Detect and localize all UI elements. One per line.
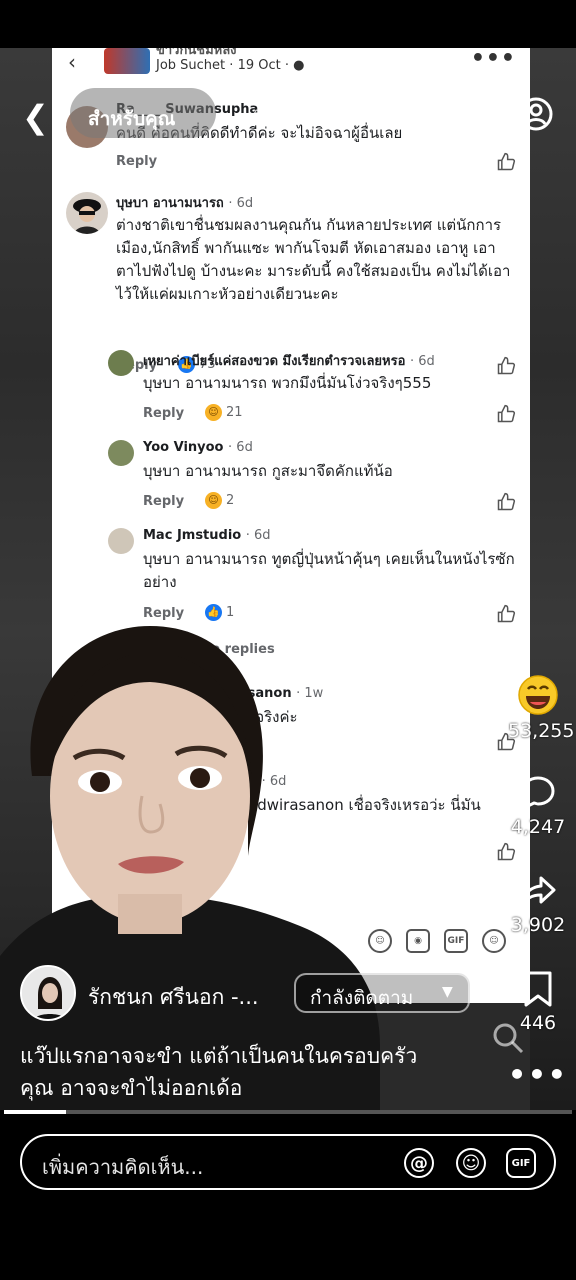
share-button[interactable]: 3,902 [508,872,568,936]
avatar [66,192,108,234]
thumbs-up-icon [497,604,516,623]
top-nav: ❮ สำหรับคุณ สำรวจ [0,80,576,150]
comment-text: บุษบา อานามนารถ ทูตญี่ปุ่นหน้าคุ้นๆ เคยเ… [143,550,515,591]
comment-button[interactable]: 4,247 [508,774,568,838]
author-name[interactable]: รักชนก ศรีนอก -... [88,981,259,1014]
following-button[interactable]: กำลังติดตาม ▼ [294,973,470,1013]
camera-icon: ◉ [406,929,430,953]
comment-bubble-icon[interactable] [519,774,557,812]
emoji-icon: ☺ [482,929,506,953]
reaction-count: 53,255 [508,720,575,742]
more-options-icon[interactable]: ••• [508,1058,568,1091]
mention-icon[interactable]: @ [404,1148,434,1178]
reaction-summary: ☺ 2 [205,492,234,509]
profile-icon[interactable] [518,96,554,132]
caption-line-1: แว๊ปแรกอาจจะขำ แต่ถ้าเป็นคนในครอบครัว [20,1044,418,1068]
tab-explore[interactable]: สำรวจ [248,104,302,134]
video-progress-bar[interactable] [4,1110,572,1114]
comment-text: ต่างชาติเขาชื่นชมผลงานคุณกัน กันหลายประเ… [116,216,511,303]
haha-reaction-icon: ☺ [205,492,222,509]
thumbs-up-icon [497,492,516,511]
avatar [108,528,134,554]
gif-icon[interactable]: GIF [506,1148,536,1178]
video-caption[interactable]: แว๊ปแรกอาจจะขำ แต่ถ้าเป็นคนในครอบครัว คุ… [20,1040,480,1104]
comment-text: บุษบา อานามนารถ กูสะมาจึดคักแท้น้อ [143,462,393,480]
following-label: กำลังติดตาม [310,987,414,1009]
comment-text: บุษบา อานามนารถ พวกมึงนี่มันโง่วจริงๆ555 [143,374,432,392]
chevron-down-icon: ▼ [442,984,453,1000]
search-overlay-icon[interactable] [490,1020,526,1056]
post-author: Job Suchet · 19 Oct · ● [156,58,305,73]
back-arrow-icon: ‹ [68,50,76,74]
reels-screen: { "topbar": {"tab_for_you": "สำหรับคุณ",… [0,0,576,1280]
reaction-summary: 👍 1 [205,604,234,621]
reply-link: Reply [143,406,185,421]
presenter-person [0,626,380,1110]
search-icon[interactable] [446,98,480,132]
post-header: ‹ ข่าวกันชมหล่ง Job Suchet · 19 Oct · ● … [52,48,530,84]
like-reaction-icon: 👍 [205,604,222,621]
comment-placeholder: เพิ่มความคิดเห็น... [42,1155,204,1179]
comment-author: Yoo Vinyoo · 6d [143,440,253,455]
reply-link: Reply [143,494,185,509]
laughing-emoji-icon[interactable] [517,674,559,716]
reaction-button[interactable]: 53,255 [508,674,575,742]
comment-input[interactable]: เพิ่มความคิดเห็น... @ ☺ GIF [20,1134,556,1190]
bookmark-icon[interactable] [521,970,555,1008]
background-right [530,48,576,1110]
video-frame[interactable]: ‹ ข่าวกันชมหล่ง Job Suchet · 19 Oct · ● … [0,48,576,1110]
haha-reaction-icon: ☺ [205,404,222,421]
thumbs-up-icon [497,842,516,861]
reply-link: Reply [143,606,185,621]
emoji-icon[interactable]: ☺ [456,1148,486,1178]
share-arrow-icon[interactable] [519,872,557,910]
tab-for-you-label[interactable]: สำหรับคุณ [88,104,175,134]
comment-count: 4,247 [510,816,566,838]
gif-icon: GIF [444,929,468,953]
reaction-summary: ☺ 21 [205,404,243,421]
comment-author: บุษบา อานามนารถ · 6d [116,196,254,211]
avatar [108,440,134,466]
more-icon: ••• [470,48,516,71]
share-count: 3,902 [510,914,566,936]
author-row: รักชนก ศรีนอก -... กำลังติดตาม ▼ [20,965,470,1023]
reply-link: Reply [116,154,158,169]
author-avatar[interactable] [20,965,76,1021]
avatar [108,350,134,376]
video-progress-fill [4,1110,67,1114]
caption-line-2: คุณ อาจจะขำไม่ออกเด้อ [20,1076,243,1100]
page-avatar [104,48,150,74]
comment-author: เหยาค่าเบียร์แค่สองขวด มึงเรียกตำรวจเลยห… [143,354,435,369]
comment-author: Mac Jmstudio · 6d [143,528,271,543]
back-icon[interactable]: ❮ [22,98,49,136]
thumbs-up-icon [497,404,516,423]
thumbs-up-icon [497,152,516,171]
